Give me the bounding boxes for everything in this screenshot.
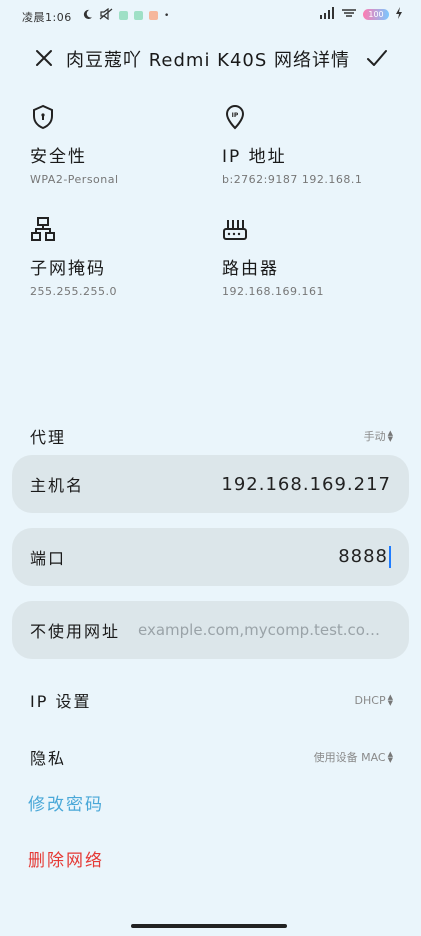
mute-icon — [99, 7, 113, 23]
bypass-proxy-field[interactable]: 不使用网址 example.com,mycomp.test.com,… — [12, 601, 409, 659]
close-icon — [36, 50, 52, 66]
app-notification-icon — [134, 11, 143, 20]
status-icons-right: 100 — [319, 7, 403, 22]
subnet-info: 子网掩码 255.255.255.0 — [30, 216, 210, 298]
security-label: 安全性 — [30, 147, 87, 167]
bypass-input[interactable]: example.com,mycomp.test.com,… — [138, 621, 383, 639]
privacy-value-text: 使用设备 MAC — [313, 751, 386, 764]
proxy-value-text: 手动 — [363, 430, 386, 443]
router-label: 路由器 — [222, 259, 279, 279]
chevron-updown-icon: ▲ ▼ — [387, 693, 393, 707]
ip-settings-value-text: DHCP — [354, 693, 386, 707]
ip-address-label: IP 地址 — [222, 147, 287, 167]
proxy-label: 代理 — [30, 428, 67, 447]
privacy-setting[interactable]: 隐私 使用设备 MAC ▲ ▼ — [30, 742, 393, 772]
hostname-value[interactable]: 192.168.169.217 — [221, 474, 391, 495]
modify-password-button[interactable]: 修改密码 — [28, 790, 104, 815]
delete-network-button[interactable]: 删除网络 — [28, 846, 104, 871]
status-time: 凌晨1:06 — [22, 11, 72, 24]
title-bar: 肉豆蔻吖 Redmi K40S 网络详情 — [0, 42, 421, 74]
ip-address-value: b:2762:9187 192.168.1 — [222, 173, 363, 186]
home-indicator[interactable] — [131, 924, 287, 928]
status-icons-left: • — [82, 7, 170, 23]
network-icon — [31, 217, 55, 241]
subnet-value: 255.255.255.0 — [30, 285, 117, 298]
moon-icon — [82, 9, 93, 23]
hostname-label: 主机名 — [30, 476, 85, 495]
security-info: 安全性 WPA2-Personal — [30, 104, 210, 186]
router-info: 路由器 192.168.169.161 — [222, 216, 402, 298]
bypass-label: 不使用网址 — [30, 622, 121, 641]
chevron-updown-icon: ▲ ▼ — [387, 429, 393, 443]
close-button[interactable] — [30, 44, 58, 72]
router-icon — [223, 220, 247, 240]
battery-indicator: 100 — [363, 9, 389, 20]
status-bar: 凌晨1:06 • 100 — [0, 0, 421, 34]
app-notification-icon — [119, 11, 128, 20]
signal-icon — [319, 7, 335, 22]
confirm-button[interactable] — [363, 44, 391, 72]
security-value: WPA2-Personal — [30, 173, 119, 186]
proxy-value: 手动 ▲ ▼ — [364, 428, 393, 444]
port-input[interactable]: 8888 — [338, 546, 391, 569]
text-cursor — [389, 546, 391, 569]
ip-settings-value: DHCP ▲ ▼ — [355, 694, 393, 707]
port-field[interactable]: 端口 8888 — [12, 528, 409, 586]
page-title: 肉豆蔻吖 Redmi K40S 网络详情 — [66, 50, 351, 71]
svg-text:IP: IP — [232, 112, 239, 119]
privacy-label: 隐私 — [30, 749, 67, 768]
ip-settings-label: IP 设置 — [30, 692, 92, 711]
more-dot-icon: • — [164, 10, 170, 21]
port-value: 8888 — [338, 545, 388, 567]
router-value: 192.168.169.161 — [222, 285, 324, 298]
ip-settings[interactable]: IP 设置 DHCP ▲ ▼ — [30, 685, 393, 715]
app-notification-icon — [149, 11, 158, 20]
ip-pin-icon: IP — [225, 104, 245, 130]
proxy-setting[interactable]: 代理 手动 ▲ ▼ — [30, 421, 393, 451]
privacy-value: 使用设备 MAC ▲ ▼ — [314, 749, 393, 765]
shield-icon — [33, 104, 53, 130]
port-label: 端口 — [30, 549, 67, 568]
chevron-updown-icon: ▲ ▼ — [387, 750, 393, 764]
wifi-icon — [341, 7, 357, 22]
checkmark-icon — [367, 50, 387, 66]
hostname-field[interactable]: 主机名 192.168.169.217 — [12, 455, 409, 513]
subnet-label: 子网掩码 — [30, 259, 106, 279]
ip-address-info: IP IP 地址 b:2762:9187 192.168.1 — [222, 104, 402, 186]
charging-icon — [395, 7, 403, 22]
